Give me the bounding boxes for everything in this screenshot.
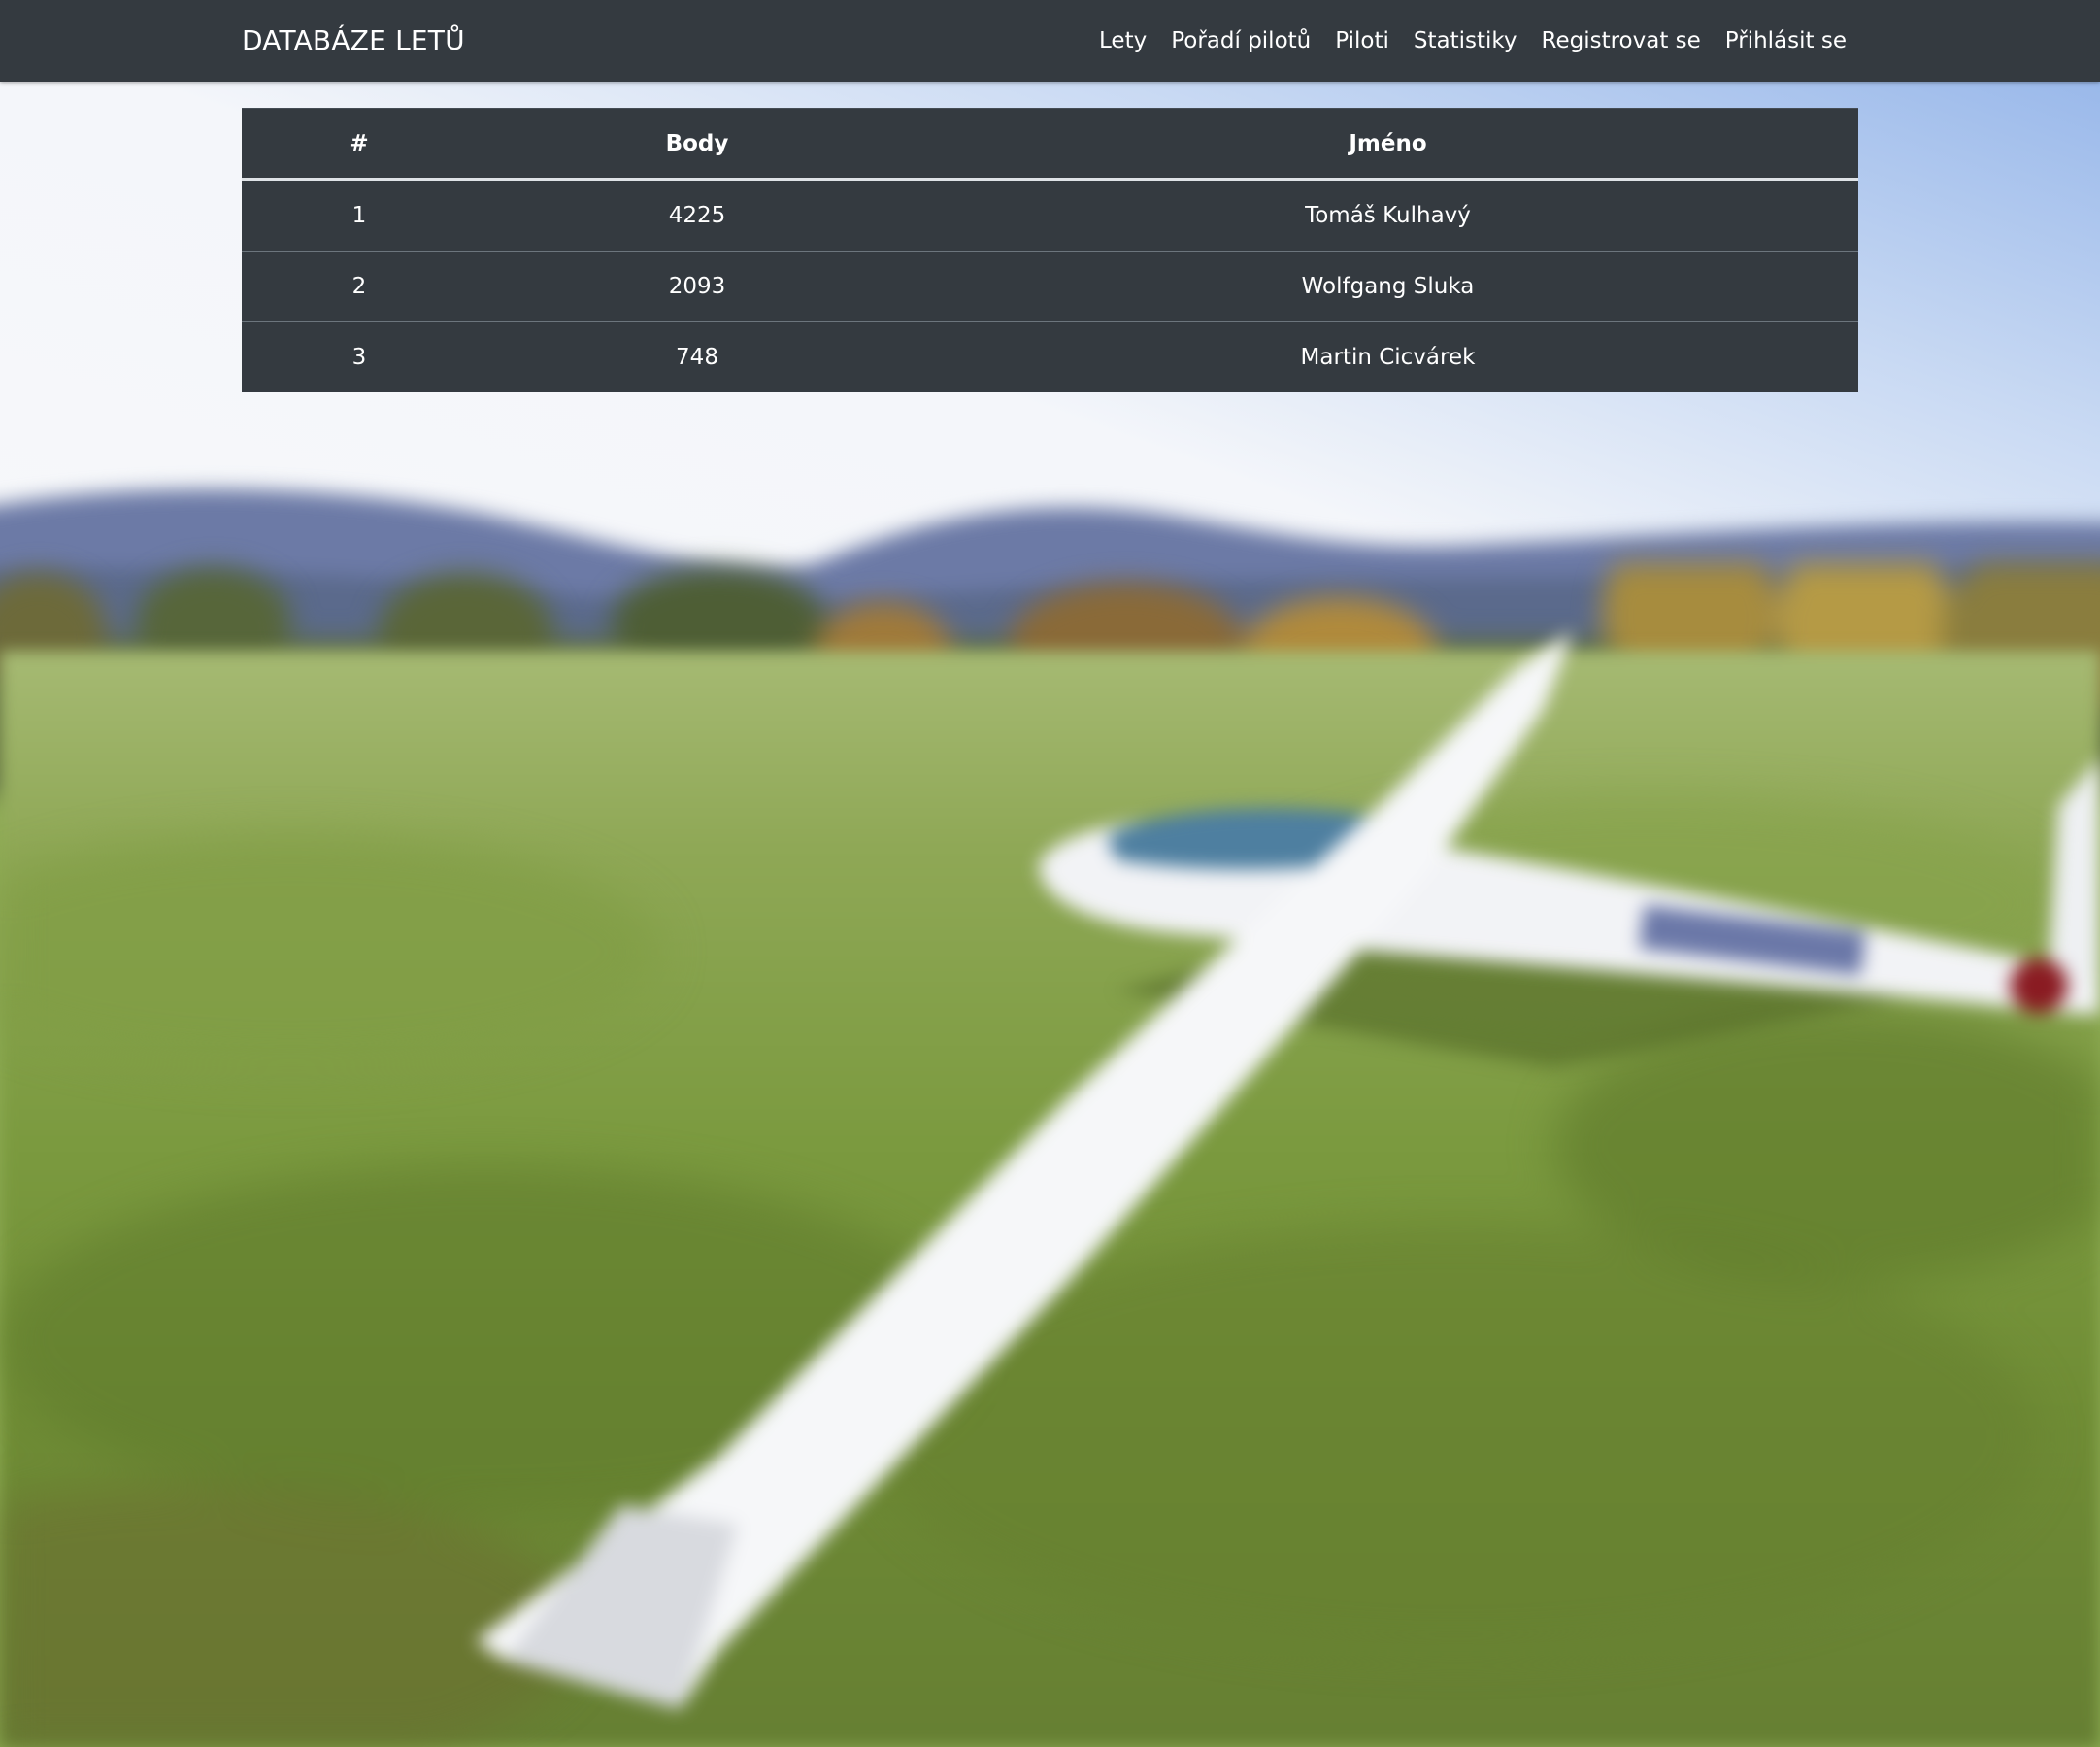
nav-link-statistiky[interactable]: Statistiky <box>1414 28 1517 53</box>
pilot-name-cell: Wolfgang Sluka <box>917 251 1858 322</box>
nav-link-piloti[interactable]: Piloti <box>1335 28 1389 53</box>
pilot-name-cell: Martin Cicvárek <box>917 321 1858 392</box>
top-navbar: DATABÁZE LETŮ Lety Pořadí pilotů Piloti … <box>0 0 2100 82</box>
ranking-table-container: # Body Jméno 1 4225 Tomáš Kulhavý 2 2093… <box>242 108 1858 392</box>
table-row: 3 748 Martin Cicvárek <box>242 321 1858 392</box>
pilot-ranking-table: # Body Jméno 1 4225 Tomáš Kulhavý 2 2093… <box>242 108 1858 392</box>
column-header-name[interactable]: Jméno <box>917 108 1858 181</box>
nav-link-poradi-pilotu[interactable]: Pořadí pilotů <box>1171 28 1311 53</box>
column-header-rank[interactable]: # <box>242 108 477 181</box>
table-body: 1 4225 Tomáš Kulhavý 2 2093 Wolfgang Slu… <box>242 180 1858 392</box>
rank-cell: 3 <box>242 321 477 392</box>
nav-link-lety[interactable]: Lety <box>1099 28 1147 53</box>
brand-link[interactable]: DATABÁZE LETŮ <box>242 0 465 82</box>
points-cell: 2093 <box>477 251 917 322</box>
table-row: 2 2093 Wolfgang Sluka <box>242 251 1858 322</box>
rank-cell: 1 <box>351 203 367 228</box>
points-cell: 4225 <box>668 203 726 228</box>
nav-link-registrovat[interactable]: Registrovat se <box>1542 28 1701 53</box>
nav-link-prihlasit[interactable]: Přihlásit se <box>1725 28 1847 53</box>
pilot-name-cell: Tomáš Kulhavý <box>1305 203 1471 228</box>
column-header-points[interactable]: Body <box>477 108 917 181</box>
table-row: 1 4225 Tomáš Kulhavý <box>242 180 1858 252</box>
table-header: # Body Jméno <box>242 108 1858 181</box>
rank-cell: 2 <box>242 251 477 322</box>
table-header-row: # Body Jméno <box>242 108 1858 181</box>
nav-links: Lety Pořadí pilotů Piloti Statistiky Reg… <box>1099 0 1847 82</box>
points-cell: 748 <box>477 321 917 392</box>
